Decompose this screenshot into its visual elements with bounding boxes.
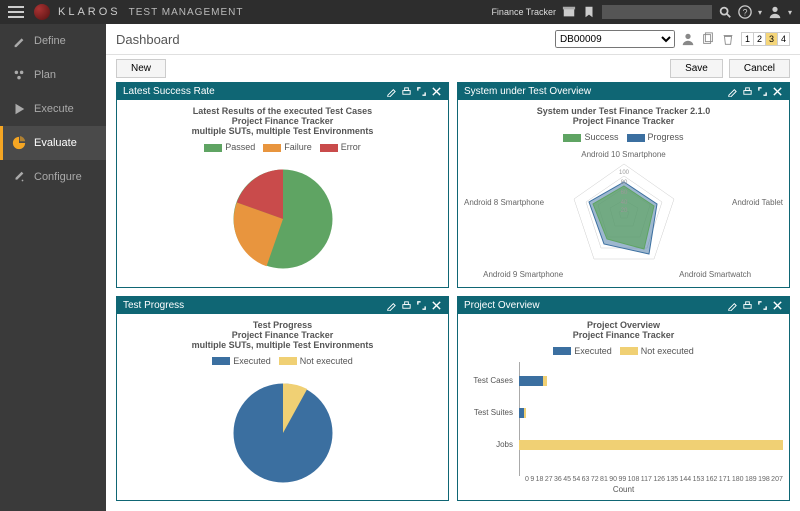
chart-legend: Executed Not executed <box>464 346 783 356</box>
chart-subtitle: multiple SUTs, multiple Test Environment… <box>192 126 374 136</box>
project-name: Finance Tracker <box>491 7 556 17</box>
cancel-button[interactable]: Cancel <box>729 59 790 78</box>
widget-title: System under Test Overview <box>464 86 723 97</box>
close-icon[interactable] <box>772 86 783 97</box>
edit-icon[interactable] <box>386 300 397 311</box>
sidebar-item-execute[interactable]: Execute <box>0 92 106 126</box>
chart-title: System under Test Finance Tracker 2.1.0 <box>537 106 710 116</box>
page-title: Dashboard <box>116 32 549 47</box>
print-icon[interactable] <box>742 300 753 311</box>
chart-legend: Success Progress <box>563 132 683 142</box>
bookmark-icon[interactable] <box>582 5 596 19</box>
user-icon[interactable] <box>768 5 782 19</box>
brand-name: KLAROS <box>58 6 121 18</box>
edit-icon[interactable] <box>386 86 397 97</box>
expand-icon[interactable] <box>757 86 768 97</box>
chart-subtitle: Project Finance Tracker <box>232 116 334 126</box>
bar-chart: Test Cases Test Suites Jobs <box>519 362 783 477</box>
close-icon[interactable] <box>431 300 442 311</box>
sidebar-item-define[interactable]: Define <box>0 24 106 58</box>
logo-icon <box>34 4 50 20</box>
widget-title: Test Progress <box>123 300 382 311</box>
widget-title: Project Overview <box>464 300 723 311</box>
new-button[interactable]: New <box>116 59 166 78</box>
execute-icon <box>12 102 26 116</box>
sidebar-item-label: Plan <box>34 69 56 81</box>
chart-subtitle: Project Finance Tracker <box>232 330 334 340</box>
brand-subtitle: TEST MANAGEMENT <box>129 7 244 18</box>
pager[interactable]: 1234 <box>741 32 790 46</box>
x-axis-ticks: 0918273645546372819099108117126135144153… <box>525 476 783 483</box>
user-assign-icon[interactable] <box>681 32 695 46</box>
chart-subtitle: Project Finance Tracker <box>464 330 783 340</box>
pie-chart <box>123 158 442 281</box>
define-icon <box>12 34 26 48</box>
print-icon[interactable] <box>742 86 753 97</box>
chart-title: Project Overview <box>464 320 783 330</box>
widget-test-progress: Test Progress Test Progress Project Fina… <box>116 296 449 502</box>
edit-icon[interactable] <box>727 300 738 311</box>
pie-chart <box>123 372 442 495</box>
chart-subtitle: multiple SUTs, multiple Test Environment… <box>192 340 374 350</box>
radar-chart: 100 80 60 40 20 Android 10 Smartphone An… <box>464 148 783 281</box>
chart-subtitle: Project Finance Tracker <box>573 116 675 126</box>
dropdown-caret-icon: ▾ <box>788 8 792 17</box>
configure-icon <box>12 170 26 184</box>
widget-latest-success: Latest Success Rate Latest Results of th… <box>116 82 449 288</box>
edit-icon[interactable] <box>727 86 738 97</box>
sidebar-item-evaluate[interactable]: Evaluate <box>0 126 106 160</box>
chart-legend: Passed Failure Error <box>204 142 361 152</box>
expand-icon[interactable] <box>416 300 427 311</box>
widget-project-overview: Project Overview Project Overview Projec… <box>457 296 790 502</box>
sidebar-item-plan[interactable]: Plan <box>0 58 106 92</box>
delete-icon[interactable] <box>721 32 735 46</box>
expand-icon[interactable] <box>416 86 427 97</box>
svg-text:?: ? <box>743 8 748 18</box>
topbar: KLAROS TEST MANAGEMENT Finance Tracker ?… <box>0 0 800 24</box>
print-icon[interactable] <box>401 300 412 311</box>
svg-text:60: 60 <box>620 190 627 196</box>
save-button[interactable]: Save <box>670 59 723 78</box>
sidebar-item-label: Execute <box>34 103 74 115</box>
search-input[interactable] <box>602 5 712 19</box>
chart-title: Latest Results of the executed Test Case… <box>193 106 372 116</box>
plan-icon <box>12 68 26 82</box>
evaluate-icon <box>12 136 26 150</box>
archive-icon[interactable] <box>562 5 576 19</box>
chart-legend: Executed Not executed <box>212 356 353 366</box>
sidebar: Define Plan Execute Evaluate Configure <box>0 24 106 511</box>
expand-icon[interactable] <box>757 300 768 311</box>
svg-text:40: 40 <box>620 200 627 206</box>
dashboard-selector[interactable]: DB00009 <box>555 30 675 48</box>
hamburger-icon[interactable] <box>8 6 24 18</box>
close-icon[interactable] <box>431 86 442 97</box>
svg-text:80: 80 <box>620 180 627 186</box>
close-icon[interactable] <box>772 300 783 311</box>
sidebar-item-configure[interactable]: Configure <box>0 160 106 194</box>
sidebar-item-label: Evaluate <box>34 137 77 149</box>
help-icon[interactable]: ? <box>738 5 752 19</box>
search-icon[interactable] <box>718 5 732 19</box>
copy-icon[interactable] <box>701 32 715 46</box>
dropdown-caret-icon: ▾ <box>758 8 762 17</box>
widget-sut-overview: System under Test Overview System under … <box>457 82 790 288</box>
print-icon[interactable] <box>401 86 412 97</box>
sidebar-item-label: Configure <box>34 171 82 183</box>
sidebar-item-label: Define <box>34 35 66 47</box>
svg-text:20: 20 <box>620 208 627 214</box>
page-header: Dashboard DB00009 1234 <box>106 24 800 55</box>
chart-title: Test Progress <box>253 320 312 330</box>
widget-title: Latest Success Rate <box>123 86 382 97</box>
x-axis-label: Count <box>464 485 783 494</box>
svg-text:100: 100 <box>618 170 629 176</box>
